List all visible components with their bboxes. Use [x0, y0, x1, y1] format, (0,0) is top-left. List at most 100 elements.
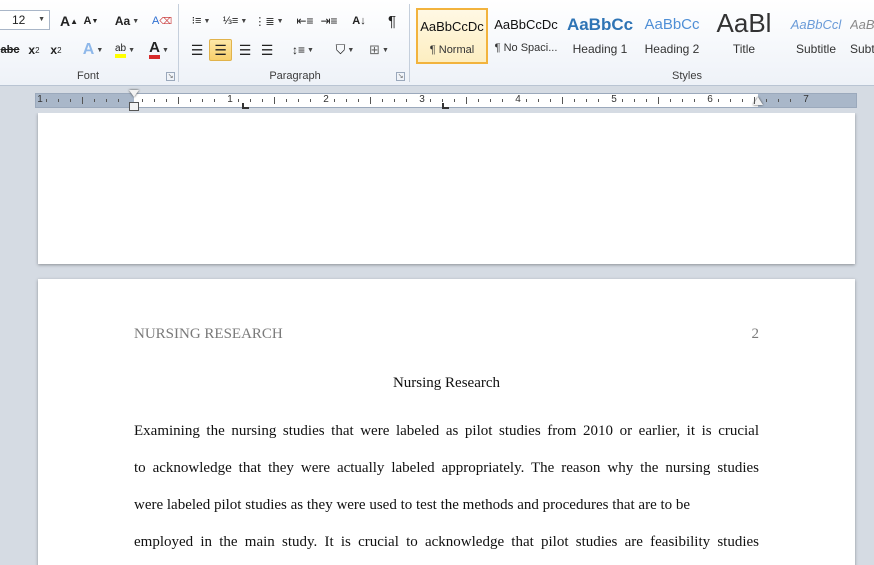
ruler-tick: [538, 99, 539, 102]
document-area[interactable]: NURSING RESEARCH 2 Nursing Research Exam…: [0, 113, 874, 565]
multilevel-list-button[interactable]: ⋮≣ ▼: [254, 10, 284, 32]
justify-icon: ☰: [260, 41, 274, 58]
ruler-tick: [262, 99, 263, 102]
ruler-number: 2: [323, 94, 329, 105]
ruler-tick: [466, 97, 467, 104]
clear-format-icon: A⌫: [151, 15, 173, 27]
style-normal[interactable]: AaBbCcDc ¶ Normal: [416, 8, 488, 64]
left-indent-marker[interactable]: [129, 102, 139, 111]
decrease-indent-button[interactable]: ⇤≡: [294, 10, 316, 32]
ruler-tick: [646, 99, 647, 102]
ruler-tick: [334, 99, 335, 102]
style-no-spacing[interactable]: AaBbCcDc ¶ No Spaci...: [490, 8, 562, 64]
increase-indent-button[interactable]: ⇥≡: [318, 10, 340, 32]
tab-stop-marker[interactable]: [242, 103, 249, 109]
ribbon: 12 ▼ A ▲ A ▼ Aa ▼ A⌫ abc x2 x2 A ▼ ab ▼ A ▼ Fo…: [0, 0, 874, 86]
body-text-line: were labeled pilot studies as they were …: [134, 497, 691, 513]
multilevel-list-icon: ⋮≣: [254, 15, 275, 28]
style-name: ¶ Normal: [429, 44, 475, 56]
increase-indent-icon: ⇥≡: [320, 14, 338, 28]
ruler-tick: [166, 99, 167, 102]
highlight-color-button[interactable]: ab ▼: [110, 39, 140, 61]
style-name: Heading 2: [644, 42, 700, 56]
subscript-button[interactable]: x2: [24, 39, 44, 61]
style-subtle[interactable]: AaBbCcl Subt: [850, 8, 874, 64]
style-title[interactable]: AaBl Title: [708, 8, 780, 64]
paragraph-dialog-launcher-icon[interactable]: ↘: [396, 72, 405, 81]
body-text-line: employed in the main study. It is crucia…: [134, 534, 759, 550]
first-line-indent-marker[interactable]: [129, 90, 139, 97]
superscript-button[interactable]: x2: [46, 39, 66, 61]
ruler-tick: [82, 97, 83, 104]
tab-stop-marker[interactable]: [442, 103, 449, 109]
style-heading-1[interactable]: AaBbCc Heading 1: [564, 8, 636, 64]
body-text-line: to acknowledge that they were actually l…: [134, 460, 759, 476]
ruler-number: 3: [419, 94, 425, 105]
paragraph-group-label: Paragraph: [269, 70, 321, 82]
align-left-button[interactable]: ☰: [186, 39, 208, 61]
ruler-tick: [202, 99, 203, 102]
ruler-number: 1: [37, 94, 43, 105]
horizontal-ruler[interactable]: 1 1 2 3 4 5 6 7: [35, 90, 857, 111]
justify-button[interactable]: ☰: [256, 39, 278, 61]
ruler-tick: [694, 99, 695, 102]
ruler-tick: [622, 99, 623, 102]
styles-group-label: Styles: [672, 70, 702, 82]
ruler-tick: [382, 99, 383, 102]
align-center-button[interactable]: ☰: [209, 39, 232, 61]
show-formatting-marks-button[interactable]: ¶: [382, 10, 402, 32]
ruler-tick: [358, 99, 359, 102]
ruler-tick: [586, 99, 587, 102]
font-color-button[interactable]: A ▼: [144, 39, 174, 61]
ruler-tick: [682, 99, 683, 102]
grow-font-button[interactable]: A ▲: [60, 10, 78, 32]
clear-formatting-button[interactable]: A⌫: [152, 10, 172, 32]
ruler-tick: [250, 99, 251, 102]
shading-button[interactable]: ⛉ ▼: [330, 39, 360, 61]
font-size-value: 12: [12, 13, 26, 27]
group-divider: [178, 4, 179, 82]
font-size-box[interactable]: 12 ▼: [0, 10, 50, 30]
paint-bucket-icon: ⛉: [335, 42, 346, 57]
change-case-button[interactable]: Aa ▼: [112, 10, 142, 32]
strikethrough-button[interactable]: abc: [0, 39, 20, 61]
text-effects-button[interactable]: A ▼: [80, 39, 106, 61]
borders-icon: ⊞: [369, 42, 380, 57]
ruler-tick: [634, 99, 635, 102]
bullets-icon: ⁝≡: [191, 15, 202, 27]
style-sample: AaBl: [716, 8, 772, 38]
styles-gallery: AaBbCcDc ¶ Normal AaBbCcDc ¶ No Spaci...…: [414, 8, 874, 66]
ruler-number: 1: [227, 94, 233, 105]
bullets-button[interactable]: ⁝≡ ▼: [186, 10, 216, 32]
line-spacing-icon: ↕≡: [292, 43, 306, 57]
borders-button[interactable]: ⊞ ▼: [364, 39, 394, 61]
shrink-font-button[interactable]: A ▼: [82, 10, 100, 32]
style-name: Title: [732, 42, 756, 56]
ruler-tick: [178, 97, 179, 104]
style-heading-2[interactable]: AaBbCc Heading 2: [636, 8, 708, 64]
ruler-tick: [754, 97, 755, 104]
page-2[interactable]: NURSING RESEARCH 2 Nursing Research Exam…: [38, 279, 855, 565]
line-spacing-button[interactable]: ↕≡ ▼: [288, 39, 318, 61]
ruler-tick: [526, 99, 527, 102]
ruler-tick: [214, 99, 215, 102]
font-dialog-launcher-icon[interactable]: ↘: [166, 72, 175, 81]
align-center-icon: ☰: [214, 41, 227, 58]
style-sample: AaBbCc: [566, 15, 634, 34]
page-1[interactable]: [38, 113, 855, 264]
style-sample: AaBbCcl: [850, 17, 874, 32]
running-head: NURSING RESEARCH: [134, 326, 283, 342]
ruler-number: 7: [803, 94, 809, 105]
style-subtitle[interactable]: AaBbCcl Subtitle: [780, 8, 852, 64]
numbering-button[interactable]: ⅓≡ ▼: [220, 10, 250, 32]
sort-button[interactable]: A↓: [348, 10, 370, 32]
align-right-button[interactable]: ☰: [234, 39, 256, 61]
ruler-tick: [478, 99, 479, 102]
ruler-tick: [394, 99, 395, 102]
body-text-line: Examining the nursing studies that were …: [134, 423, 759, 439]
ruler-number: 6: [707, 94, 713, 105]
ruler-tick: [298, 99, 299, 102]
ruler-tick: [142, 99, 143, 102]
ruler-tick: [310, 99, 311, 102]
page-number: 2: [751, 326, 760, 342]
